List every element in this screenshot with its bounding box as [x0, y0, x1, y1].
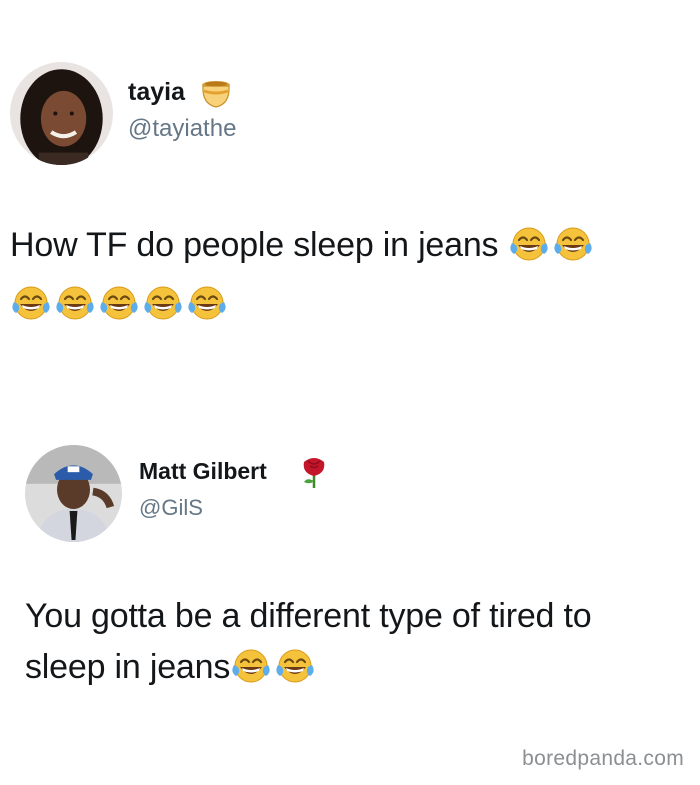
- tears-of-joy-emoji-icon: [98, 283, 140, 323]
- emoji-row: [10, 283, 230, 323]
- honey-pot-icon: [199, 78, 233, 110]
- tweet-text-line: You gotta be a different type of tired t…: [25, 597, 592, 635]
- user-handle[interactable]: @tayiathe: [128, 115, 236, 143]
- tears-of-joy-emoji-icon: [274, 646, 316, 686]
- tweet-text: How TF do people sleep in jeans: [10, 220, 596, 271]
- tears-of-joy-emoji-icon: [10, 283, 52, 323]
- tweet-text-content: How TF do people sleep in jeans: [10, 226, 499, 264]
- tears-of-joy-emoji-icon: [508, 224, 550, 264]
- emoji-group: [508, 220, 596, 271]
- tweet-text: You gotta be a different type of tired t…: [25, 591, 592, 693]
- tweet-card: tayia @tayiathe How TF do people sleep i…: [0, 0, 700, 400]
- tweet-text-line-2: sleep in jeans: [25, 642, 591, 693]
- tears-of-joy-emoji-icon: [230, 646, 272, 686]
- rose-icon: [298, 455, 330, 489]
- display-name[interactable]: Matt Gilbert: [139, 458, 267, 485]
- avatar[interactable]: [25, 445, 122, 542]
- tweet-card: Matt Gilbert @GilS You gotta be a differ…: [0, 415, 700, 725]
- display-name[interactable]: tayia: [128, 78, 185, 107]
- avatar[interactable]: [10, 62, 113, 165]
- tears-of-joy-emoji-icon: [552, 224, 594, 264]
- user-handle[interactable]: @GilS: [139, 495, 203, 521]
- tears-of-joy-emoji-icon: [142, 283, 184, 323]
- emoji-group: [230, 642, 318, 693]
- watermark: boredpanda.com: [522, 747, 684, 770]
- tears-of-joy-emoji-icon: [186, 283, 228, 323]
- tweet-text-content: sleep in jeans: [25, 648, 231, 686]
- tears-of-joy-emoji-icon: [54, 283, 96, 323]
